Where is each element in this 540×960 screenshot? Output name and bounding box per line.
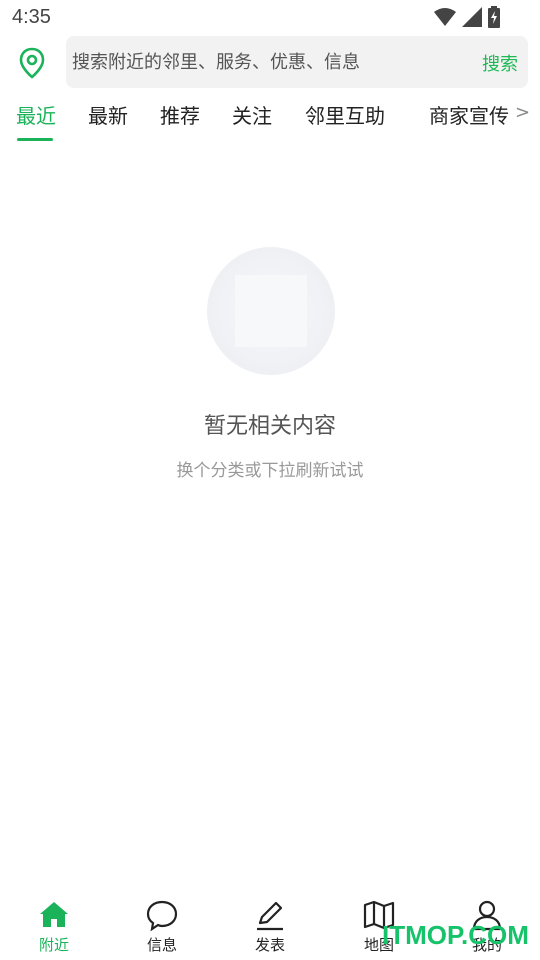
tab-recent[interactable]: 最近	[16, 100, 56, 129]
tab-latest[interactable]: 最新	[88, 100, 128, 129]
tab-neighbor-help[interactable]: 邻里互助	[305, 100, 385, 129]
tabs-more-arrow[interactable]: >	[515, 102, 530, 123]
signal-icon	[462, 7, 482, 27]
chat-bubble-icon	[146, 900, 178, 932]
pencil-icon	[257, 901, 283, 931]
tab-merchant-promo[interactable]: 商家宣传	[429, 100, 509, 129]
category-tabs: 最近 最新 推荐 关注 邻里互助 商家宣传 >	[0, 92, 540, 144]
battery-charging-icon	[488, 6, 500, 28]
location-pin-icon	[19, 47, 45, 79]
search-button[interactable]: 搜索	[482, 50, 518, 76]
search-box: 搜索	[66, 36, 528, 88]
nav-messages[interactable]: 信息	[122, 898, 202, 958]
location-button[interactable]	[14, 46, 50, 82]
home-icon	[40, 902, 68, 927]
tab-recommended[interactable]: 推荐	[160, 100, 200, 129]
nav-post[interactable]: 发表	[230, 898, 310, 958]
empty-placeholder-image	[235, 275, 307, 347]
nav-label-messages: 信息	[146, 936, 177, 954]
nav-nearby[interactable]: 附近	[14, 898, 94, 958]
empty-state-title: 暂无相关内容	[203, 414, 336, 439]
status-time: 4:35	[12, 6, 51, 28]
status-icons	[434, 6, 500, 28]
nav-label-post: 发表	[254, 936, 285, 954]
watermark-text: ITMOP.COM	[382, 920, 529, 950]
tab-following[interactable]: 关注	[232, 100, 272, 129]
wifi-icon	[434, 8, 456, 26]
empty-state-subtitle: 换个分类或下拉刷新试试	[176, 461, 364, 481]
search-row: 搜索	[0, 36, 540, 92]
status-bar: 4:35	[0, 0, 540, 36]
search-input[interactable]	[72, 36, 462, 88]
active-tab-indicator	[17, 138, 53, 141]
nav-label-nearby: 附近	[38, 936, 69, 954]
empty-state-illustration	[207, 247, 335, 375]
